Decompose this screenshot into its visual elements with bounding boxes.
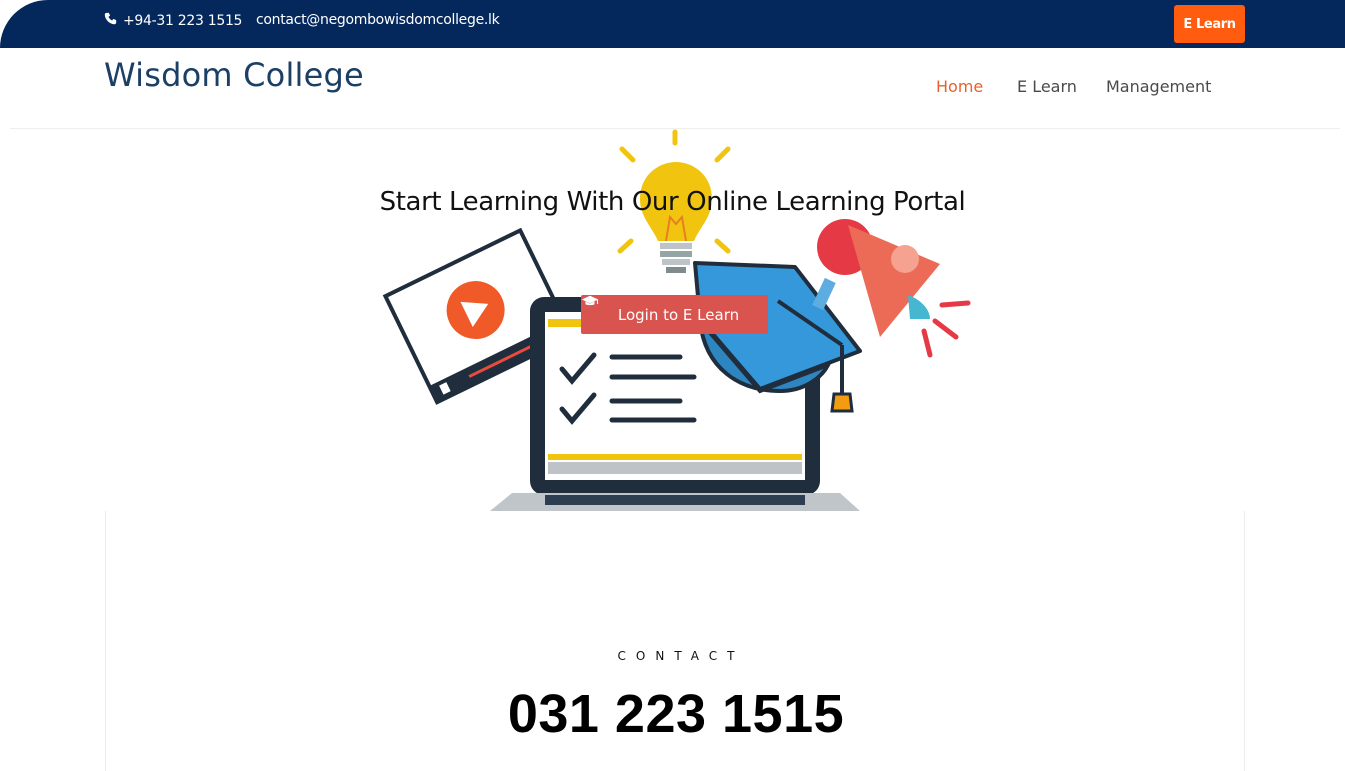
hero-title: Start Learning With Our Online Learning …: [379, 187, 966, 217]
nav-home[interactable]: Home: [936, 77, 983, 96]
contact-phone-number[interactable]: 031 223 1515: [106, 683, 1246, 745]
phone-number: +94-31 223 1515: [123, 12, 243, 29]
contact-label: CONTACT: [617, 649, 745, 663]
phone-icon: [104, 12, 117, 29]
login-elearn-button[interactable]: Login to E Learn: [581, 295, 768, 334]
site-brand[interactable]: Wisdom College: [104, 56, 364, 94]
contact-section: CONTACT 031 223 1515: [105, 511, 1245, 771]
nav-elearn[interactable]: E Learn: [1017, 77, 1077, 96]
elearn-top-button[interactable]: E Learn: [1174, 5, 1245, 43]
phone-contact[interactable]: +94-31 223 1515: [104, 12, 242, 29]
login-button-label: Login to E Learn: [617, 305, 740, 324]
top-bar: +94-31 223 1515 contact@negombowisdomcol…: [0, 0, 1345, 48]
nav-management[interactable]: Management: [1106, 77, 1211, 96]
email-address: contact@negombowisdomcollege.lk: [256, 12, 500, 28]
hero-banner: Start Learning With Our Online Learning …: [0, 129, 1345, 511]
email-contact[interactable]: contact@negombowisdomcollege.lk: [256, 12, 500, 28]
